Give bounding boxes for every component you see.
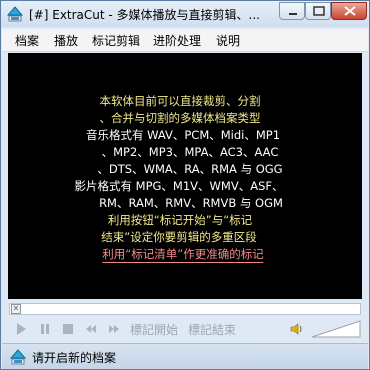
intro-line: 结束”设定你要剪辑的多重区段	[101, 230, 257, 244]
intro-line: 音乐格式有 WAV、PCM、Midi、MP1	[85, 128, 281, 142]
menu-mark-edit[interactable]: 标记剪辑	[92, 32, 140, 49]
stop-button[interactable]	[59, 320, 77, 338]
intro-line: 利用“标记清单”作更准确的标记	[102, 247, 264, 263]
volume-slider[interactable]	[310, 319, 362, 339]
seek-bar[interactable]: ✕	[9, 303, 361, 315]
intro-line: 、DTS、WMA、RA、RMA 与 OGG	[97, 162, 283, 176]
menu-bar: 档案 播放 标记剪辑 进阶处理 说明	[2, 29, 368, 52]
playback-controls: 標記開始 標記結束	[2, 317, 368, 341]
fast-forward-icon	[109, 325, 119, 333]
rewind-icon	[86, 325, 96, 333]
app-icon	[7, 6, 23, 22]
play-icon	[17, 323, 26, 335]
status-text: 请开启新的档案	[32, 351, 117, 365]
seek-thumb[interactable]: ✕	[11, 304, 21, 314]
pause-button[interactable]	[36, 320, 54, 338]
menu-play[interactable]: 播放	[54, 32, 78, 49]
mark-end-button[interactable]: 標記結束	[188, 321, 236, 338]
menu-advanced[interactable]: 进阶处理	[153, 32, 201, 49]
intro-line: RM、RAM、RMV、RMVB 与 OGM	[99, 196, 283, 210]
rewind-button[interactable]	[82, 320, 100, 338]
window-title: [#] ExtraCut - 多媒体播放与直接剪辑、...	[29, 8, 261, 22]
intro-line: 影片格式有 MPG、M1V、WMV、ASF、	[74, 179, 284, 193]
menu-help[interactable]: 说明	[216, 32, 240, 49]
intro-line: 、合并与切割的多媒体档案类型	[99, 111, 261, 125]
title-bar[interactable]: [#] ExtraCut - 多媒体播放与直接剪辑、...	[1, 1, 369, 27]
volume-button[interactable]	[288, 320, 306, 338]
intro-line: 、MP2、MP3、MPA、AC3、AAC	[101, 145, 279, 159]
status-app-icon	[10, 349, 26, 365]
minimize-icon	[289, 13, 297, 15]
maximize-button[interactable]	[305, 2, 331, 20]
close-button[interactable]	[331, 2, 367, 20]
maximize-icon	[313, 6, 325, 16]
video-display[interactable]: 本软体目前可以直接裁剪、分割 、合并与切割的多媒体档案类型 音乐格式有 WAV、…	[8, 53, 362, 299]
mark-start-button[interactable]: 標記開始	[130, 321, 178, 338]
stop-icon	[63, 324, 73, 334]
app-window: [#] ExtraCut - 多媒体播放与直接剪辑、... 档案 播放 标记剪辑…	[0, 0, 370, 370]
close-icon	[344, 6, 356, 16]
play-button[interactable]	[12, 320, 30, 338]
minimize-button[interactable]	[279, 2, 305, 20]
menu-file[interactable]: 档案	[15, 32, 39, 49]
fast-forward-button[interactable]	[105, 320, 123, 338]
pause-icon	[41, 324, 49, 334]
intro-line: 利用按钮“标记开始”与“标记	[107, 213, 253, 227]
intro-line: 本软体目前可以直接裁剪、分割	[99, 94, 261, 108]
status-bar: 请开启新的档案	[2, 343, 368, 369]
volume-icon	[290, 323, 302, 335]
